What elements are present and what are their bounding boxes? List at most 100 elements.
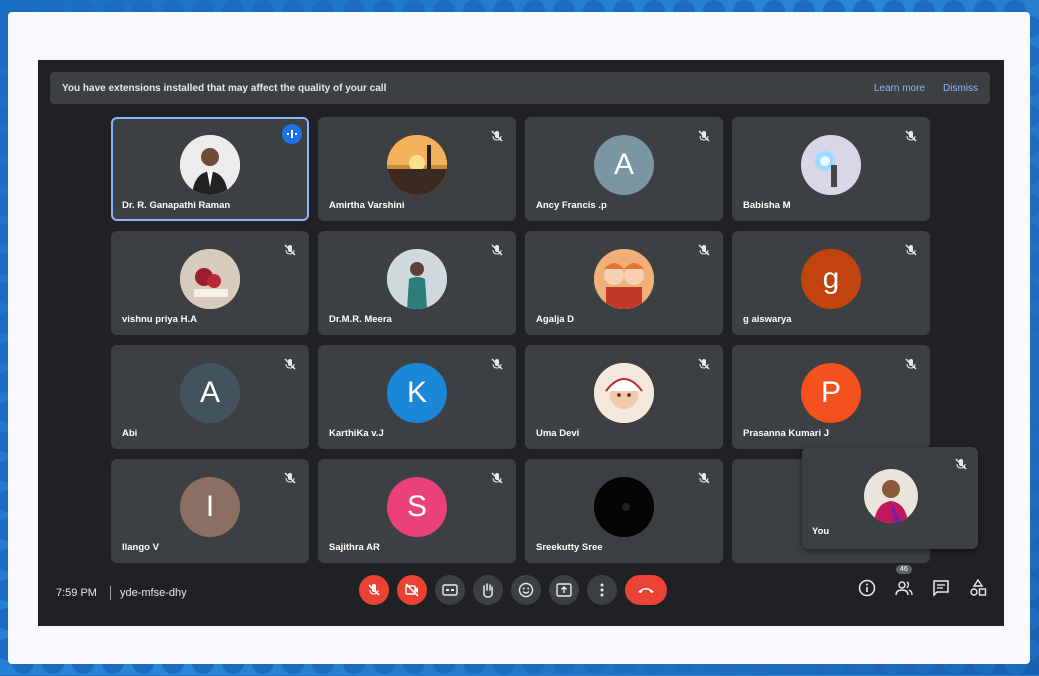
captions-icon xyxy=(442,584,458,596)
meeting-details-button[interactable] xyxy=(857,578,877,598)
participant-name: Uma Devi xyxy=(536,428,580,439)
speaking-indicator-icon xyxy=(282,124,302,144)
participant-tile[interactable]: I Ilango V xyxy=(111,459,309,563)
present-icon xyxy=(556,583,572,597)
participant-tile[interactable]: Sreekutty Sree xyxy=(525,459,723,563)
participant-name: KarthiKa v.J xyxy=(329,428,384,439)
participant-tile[interactable]: Dr.M.R. Meera xyxy=(318,231,516,335)
hang-up-icon xyxy=(638,588,654,593)
banner-message: You have extensions installed that may a… xyxy=(62,82,387,94)
present-screen-button[interactable] xyxy=(549,575,579,605)
initial-avatar: A xyxy=(594,135,654,195)
extension-warning-banner: You have extensions installed that may a… xyxy=(50,72,990,104)
call-controls xyxy=(359,575,667,605)
mic-muted-icon xyxy=(284,244,296,256)
photo-avatar xyxy=(180,135,240,195)
self-avatar xyxy=(864,469,918,523)
mic-muted-icon xyxy=(491,472,503,484)
mic-muted-icon xyxy=(905,244,917,256)
camera-off-icon xyxy=(405,583,419,597)
self-name: You xyxy=(812,526,830,537)
mic-off-icon xyxy=(368,584,380,596)
participant-name: Babisha M xyxy=(743,200,791,211)
mic-toggle-button[interactable] xyxy=(359,575,389,605)
participant-tile[interactable]: Agalja D xyxy=(525,231,723,335)
participant-name: Amirtha Varshini xyxy=(329,200,405,211)
leave-call-button[interactable] xyxy=(625,575,667,605)
mic-muted-icon xyxy=(698,244,710,256)
side-panel-controls: 46 xyxy=(857,565,988,598)
participant-tile[interactable]: Babisha M xyxy=(732,117,930,221)
activities-icon xyxy=(970,579,987,596)
raise-hand-icon xyxy=(483,583,493,598)
photo-avatar xyxy=(387,135,447,195)
info-icon xyxy=(858,579,876,597)
participant-tile[interactable]: K KarthiKa v.J xyxy=(318,345,516,449)
activities-button[interactable] xyxy=(968,578,988,598)
chat-button[interactable] xyxy=(931,578,951,598)
initial-avatar: P xyxy=(801,363,861,423)
mic-muted-icon xyxy=(698,472,710,484)
participant-name: vishnu priya H.A xyxy=(122,314,197,325)
mic-muted-icon xyxy=(284,472,296,484)
mic-muted-icon xyxy=(284,358,296,370)
initial-avatar: I xyxy=(180,477,240,537)
participant-name: g aiswarya xyxy=(743,314,792,325)
emoji-reaction-button[interactable] xyxy=(511,575,541,605)
divider xyxy=(110,586,111,600)
captions-button[interactable] xyxy=(435,575,465,605)
more-options-button[interactable] xyxy=(587,575,617,605)
mic-muted-icon xyxy=(698,130,710,142)
people-icon xyxy=(895,581,913,596)
initial-avatar: A xyxy=(180,363,240,423)
mic-muted-icon xyxy=(698,358,710,370)
participant-tile[interactable]: Uma Devi xyxy=(525,345,723,449)
clock: 7:59 PM xyxy=(56,587,97,599)
participant-name: Dr. R. Ganapathi Raman xyxy=(122,200,231,211)
participant-name: Dr.M.R. Meera xyxy=(329,314,392,325)
mic-muted-icon xyxy=(905,130,917,142)
mic-muted-icon xyxy=(491,244,503,256)
participant-name: Ancy Francis .p xyxy=(536,200,607,211)
participant-tile[interactable]: Dr. R. Ganapathi Raman xyxy=(111,117,309,221)
camera-toggle-button[interactable] xyxy=(397,575,427,605)
more-icon xyxy=(600,583,604,597)
people-count-badge: 46 xyxy=(896,565,912,574)
participant-name: Sajithra AR xyxy=(329,542,380,553)
mic-muted-icon xyxy=(491,130,503,142)
chat-icon xyxy=(933,580,949,597)
meet-window: You have extensions installed that may a… xyxy=(38,60,1004,626)
participant-name: Sreekutty Sree xyxy=(536,542,603,553)
bottom-toolbar: 7:59 PM yde-mfse-dhy 46 xyxy=(38,560,1004,626)
mic-muted-icon xyxy=(491,358,503,370)
participant-tile[interactable]: P Prasanna Kumari J xyxy=(732,345,930,449)
participant-tile[interactable]: g g aiswarya xyxy=(732,231,930,335)
participant-tile[interactable]: A Ancy Francis .p xyxy=(525,117,723,221)
participant-tile[interactable]: A Abi xyxy=(111,345,309,449)
dismiss-button[interactable]: Dismiss xyxy=(943,83,978,94)
self-view-tile[interactable]: You xyxy=(802,447,978,549)
participant-name: Agalja D xyxy=(536,314,575,325)
meeting-code: yde-mfse-dhy xyxy=(120,587,187,599)
photo-avatar xyxy=(801,135,861,195)
photo-avatar xyxy=(594,477,654,537)
participant-name: Ilango V xyxy=(122,542,159,553)
people-button[interactable]: 46 xyxy=(894,565,914,598)
learn-more-link[interactable]: Learn more xyxy=(874,83,925,94)
photo-avatar xyxy=(387,249,447,309)
participant-name: Abi xyxy=(122,428,138,439)
raise-hand-button[interactable] xyxy=(473,575,503,605)
mic-muted-icon xyxy=(955,458,967,470)
initial-avatar: g xyxy=(801,249,861,309)
initial-avatar: S xyxy=(387,477,447,537)
participant-tile[interactable]: S Sajithra AR xyxy=(318,459,516,563)
emoji-icon xyxy=(518,582,534,598)
photo-avatar xyxy=(594,363,654,423)
participant-name: Prasanna Kumari J xyxy=(743,428,830,439)
mic-muted-icon xyxy=(905,358,917,370)
initial-avatar: K xyxy=(387,363,447,423)
photo-avatar xyxy=(594,249,654,309)
photo-avatar xyxy=(180,249,240,309)
participant-tile[interactable]: vishnu priya H.A xyxy=(111,231,309,335)
participant-tile[interactable]: Amirtha Varshini xyxy=(318,117,516,221)
